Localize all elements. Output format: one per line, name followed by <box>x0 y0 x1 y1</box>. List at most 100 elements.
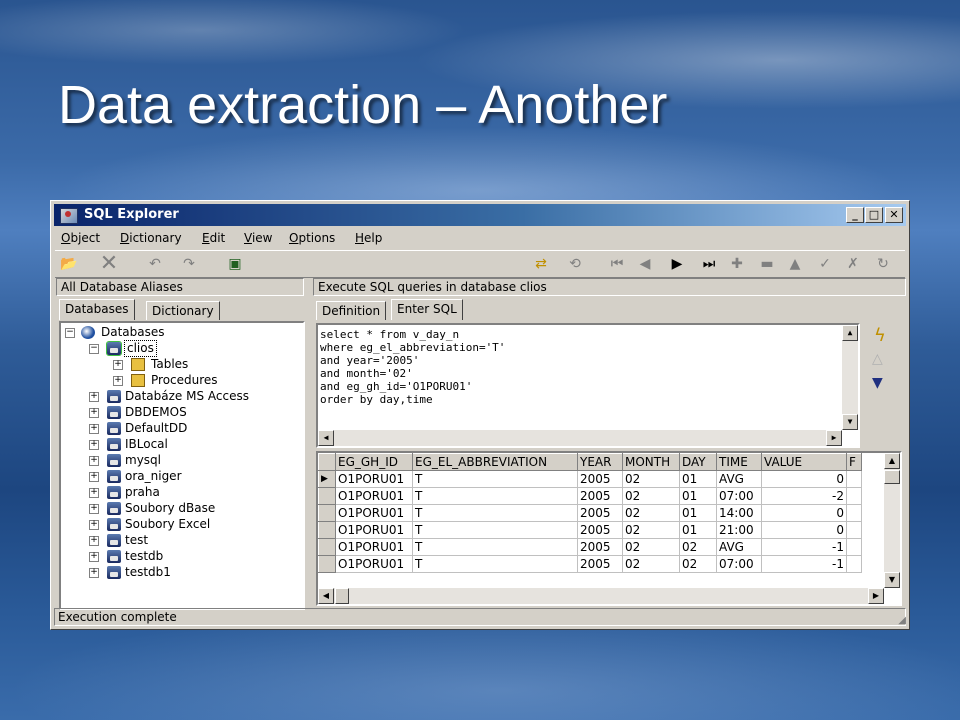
table-cell[interactable]: T <box>412 470 578 488</box>
execute-icon[interactable]: ϟ <box>874 325 886 346</box>
refresh-data-icon[interactable]: ↻ <box>873 255 893 273</box>
next-query-icon[interactable]: ▼ <box>872 375 883 391</box>
table-cell[interactable]: T <box>412 487 578 505</box>
table-cell[interactable]: 02 <box>622 538 680 556</box>
next-icon[interactable]: ▶ <box>667 255 687 273</box>
table-cell[interactable]: 07:00 <box>716 487 762 505</box>
table-cell[interactable]: 02 <box>622 470 680 488</box>
column-header[interactable]: MONTH <box>622 453 680 471</box>
table-row[interactable]: ▶ O1PORU01 T 2005 02 01 AVG 0 <box>318 470 862 488</box>
commit-icon[interactable]: ⟲ <box>565 255 585 273</box>
table-cell[interactable]: 0 <box>761 521 847 539</box>
scroll-right-icon[interactable]: ▶ <box>868 588 884 604</box>
delete-icon[interactable]: ▬ <box>757 255 777 273</box>
column-header[interactable]: TIME <box>716 453 762 471</box>
table-cell[interactable]: T <box>412 521 578 539</box>
row-indicator[interactable] <box>318 487 336 505</box>
column-header[interactable]: EG_GH_ID <box>335 453 413 471</box>
table-cell[interactable] <box>846 555 862 573</box>
table-cell[interactable]: 01 <box>679 487 717 505</box>
first-icon[interactable]: ⏮ <box>607 255 627 273</box>
undo-icon[interactable]: ↶ <box>145 255 165 273</box>
table-row[interactable]: O1PORU01 T 2005 02 02 AVG -1 <box>318 538 862 556</box>
table-cell[interactable]: T <box>412 538 578 556</box>
table-cell[interactable]: 0 <box>761 470 847 488</box>
close-button[interactable]: ✕ <box>885 207 903 223</box>
table-cell[interactable]: 02 <box>622 487 680 505</box>
table-cell[interactable]: T <box>412 555 578 573</box>
table-cell[interactable]: O1PORU01 <box>335 504 413 522</box>
table-cell[interactable]: 2005 <box>577 487 623 505</box>
menu-object[interactable]: Object <box>61 231 100 245</box>
row-indicator[interactable] <box>318 555 336 573</box>
column-header[interactable]: YEAR <box>577 453 623 471</box>
table-row[interactable]: O1PORU01 T 2005 02 01 14:00 0 <box>318 504 862 522</box>
table-cell[interactable]: O1PORU01 <box>335 487 413 505</box>
table-cell[interactable]: 01 <box>679 504 717 522</box>
open-icon[interactable]: 📂 <box>59 255 79 273</box>
refresh-icon[interactable]: ⇄ <box>531 255 551 273</box>
table-cell[interactable]: 02 <box>622 521 680 539</box>
scroll-thumb[interactable] <box>335 588 349 604</box>
column-header[interactable]: F <box>846 453 862 471</box>
row-indicator[interactable] <box>318 521 336 539</box>
table-cell[interactable] <box>846 521 862 539</box>
post-icon[interactable]: ✓ <box>815 255 835 273</box>
previous-query-icon[interactable]: △ <box>872 351 883 367</box>
table-cell[interactable]: 01 <box>679 470 717 488</box>
scroll-up-icon[interactable]: ▲ <box>842 325 858 341</box>
table-cell[interactable] <box>846 504 862 522</box>
table-row[interactable]: O1PORU01 T 2005 02 01 07:00 -2 <box>318 487 862 505</box>
table-cell[interactable]: 2005 <box>577 470 623 488</box>
table-cell[interactable]: 02 <box>622 504 680 522</box>
table-cell[interactable]: -1 <box>761 555 847 573</box>
table-cell[interactable]: AVG <box>716 470 762 488</box>
table-cell[interactable] <box>846 470 862 488</box>
row-indicator[interactable] <box>318 538 336 556</box>
table-cell[interactable]: O1PORU01 <box>335 555 413 573</box>
maximize-button[interactable]: □ <box>865 207 883 223</box>
table-cell[interactable]: O1PORU01 <box>335 521 413 539</box>
cancel-icon[interactable]: ✗ <box>843 255 863 273</box>
scroll-down-icon[interactable]: ▼ <box>842 414 858 430</box>
table-cell[interactable]: 2005 <box>577 504 623 522</box>
table-cell[interactable] <box>846 487 862 505</box>
table-cell[interactable]: 2005 <box>577 538 623 556</box>
table-cell[interactable]: 02 <box>622 555 680 573</box>
insert-icon[interactable]: ✚ <box>727 255 747 273</box>
tab-databases[interactable]: Databases <box>59 299 135 320</box>
menu-edit[interactable]: Edit <box>202 231 225 245</box>
table-cell[interactable]: 02 <box>679 555 717 573</box>
menu-help[interactable]: Help <box>355 231 382 245</box>
scroll-thumb[interactable] <box>884 470 900 484</box>
menu-view[interactable]: View <box>244 231 272 245</box>
prior-icon[interactable]: ◀ <box>635 255 655 273</box>
run-icon[interactable]: ▣ <box>225 255 245 273</box>
sql-vertical-scrollbar[interactable]: ▲ ▼ <box>842 325 858 430</box>
scroll-right-icon[interactable]: ▶ <box>826 430 842 446</box>
column-header[interactable]: VALUE <box>761 453 847 471</box>
scroll-down-icon[interactable]: ▼ <box>884 572 900 588</box>
sql-horizontal-scrollbar[interactable]: ◀ ▶ <box>318 430 842 446</box>
sql-editor[interactable]: select * from v_day_n where eg_el_abbrev… <box>316 323 860 448</box>
table-cell[interactable]: 21:00 <box>716 521 762 539</box>
tab-dictionary[interactable]: Dictionary <box>146 301 220 320</box>
table-cell[interactable] <box>846 538 862 556</box>
minimize-button[interactable]: _ <box>846 207 864 223</box>
scroll-up-icon[interactable]: ▲ <box>884 453 900 469</box>
current-row-indicator-icon[interactable]: ▶ <box>318 470 336 488</box>
scroll-left-icon[interactable]: ◀ <box>318 588 334 604</box>
table-cell[interactable]: 2005 <box>577 555 623 573</box>
grid-vertical-scrollbar[interactable]: ▲ ▼ <box>884 453 900 588</box>
table-cell[interactable]: 02 <box>679 538 717 556</box>
resize-grip-icon[interactable]: ◢ <box>898 615 906 626</box>
table-cell[interactable]: -1 <box>761 538 847 556</box>
redo-icon[interactable]: ↷ <box>179 255 199 273</box>
scroll-left-icon[interactable]: ◀ <box>318 430 334 446</box>
results-grid[interactable]: EG_GH_ID EG_EL_ABBREVIATION YEAR MONTH D… <box>316 451 902 606</box>
tab-definition[interactable]: Definition <box>316 301 387 320</box>
title-bar[interactable]: SQL Explorer _ □ ✕ <box>54 204 906 226</box>
tab-enter-sql[interactable]: Enter SQL <box>391 299 463 320</box>
column-header[interactable]: EG_EL_ABBREVIATION <box>412 453 578 471</box>
table-cell[interactable]: 2005 <box>577 521 623 539</box>
